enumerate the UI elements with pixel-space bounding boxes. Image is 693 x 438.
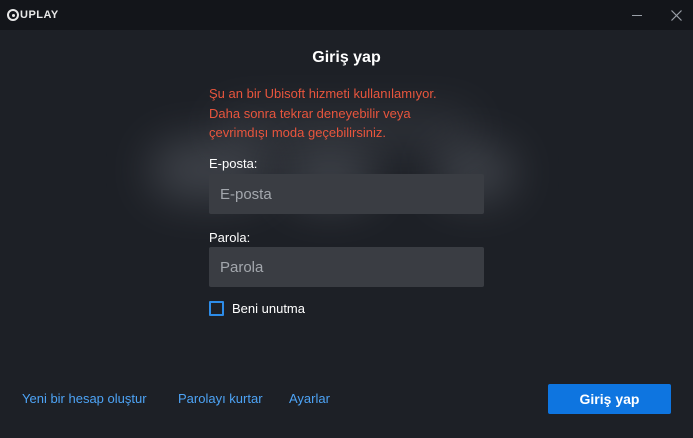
minimize-icon <box>632 14 642 16</box>
remember-me-toggle[interactable]: Beni unutma <box>209 301 305 316</box>
title-bar[interactable]: UPLAY <box>0 0 693 30</box>
password-field[interactable] <box>209 247 484 287</box>
error-line: Şu an bir Ubisoft hizmeti kullanılamıyor… <box>209 86 437 101</box>
minimize-button[interactable] <box>622 0 652 30</box>
login-button[interactable]: Giriş yap <box>548 384 671 414</box>
settings-link[interactable]: Ayarlar <box>289 391 330 406</box>
login-window: UPLAY Giriş yap Şu an bir Ubisoft hizmet… <box>0 0 693 438</box>
close-icon <box>670 9 682 21</box>
close-button[interactable] <box>661 0 691 30</box>
email-label: E-posta: <box>209 156 258 171</box>
error-line: çevrimdışı moda geçebilirsiniz. <box>209 125 387 140</box>
remember-me-label: Beni unutma <box>232 301 305 316</box>
logo-text: UPLAY <box>20 9 59 21</box>
remember-me-checkbox[interactable] <box>209 301 224 316</box>
service-error-message: Şu an bir Ubisoft hizmeti kullanılamıyor… <box>209 84 499 143</box>
recover-password-link[interactable]: Parolayı kurtar <box>178 391 263 406</box>
email-field[interactable] <box>209 174 484 214</box>
error-line: Daha sonra tekrar deneyebilir veya <box>209 105 411 121</box>
uplay-logo: UPLAY <box>7 8 59 22</box>
page-title: Giriş yap <box>312 49 381 66</box>
password-label: Parola: <box>209 230 251 245</box>
uplay-logo-icon <box>7 9 19 21</box>
create-account-link[interactable]: Yeni bir hesap oluştur <box>22 391 147 406</box>
